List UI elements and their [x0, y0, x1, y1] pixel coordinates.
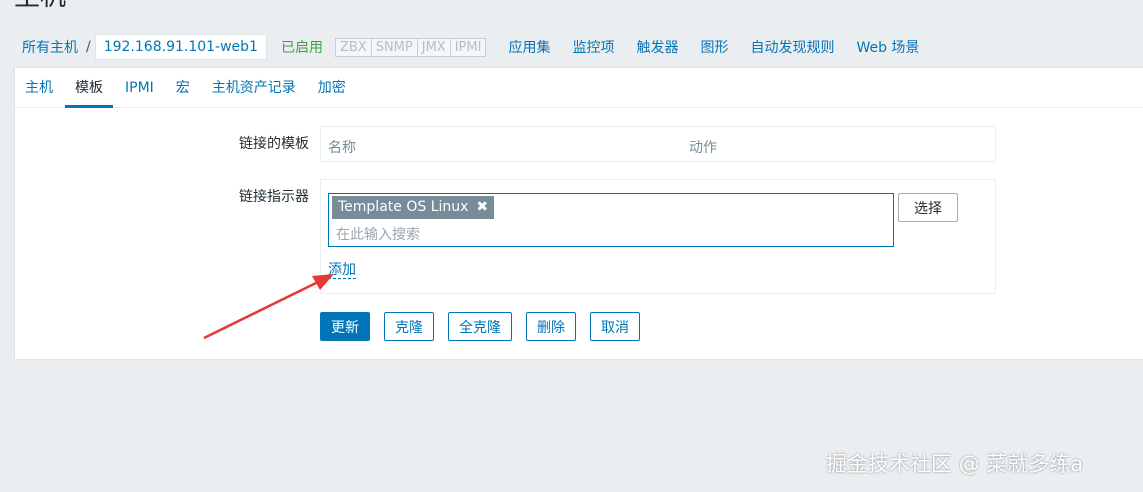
tab-macros[interactable]: 宏 [166, 68, 200, 107]
form-actions: 更新 克隆 全克隆 删除 取消 [320, 312, 654, 341]
availability-zbx: ZBX [335, 38, 372, 56]
selected-template-name: Template OS Linux [338, 199, 469, 215]
nav-applications[interactable]: 应用集 [508, 37, 550, 57]
link-new-templates-box: Template OS Linux ✖ 在此输入搜索 选择 添加 [320, 179, 996, 294]
full-clone-button[interactable]: 全克隆 [448, 312, 512, 341]
nav-web-scenarios[interactable]: Web 场景 [856, 37, 919, 57]
linked-templates-table: 名称 动作 [320, 126, 996, 162]
nav-graphs[interactable]: 图形 [700, 37, 728, 57]
delete-button[interactable]: 删除 [526, 312, 576, 341]
breadcrumb-all-hosts[interactable]: 所有主机 [14, 37, 86, 57]
tab-ipmi[interactable]: IPMI [115, 68, 164, 107]
add-link[interactable]: 添加 [328, 262, 356, 279]
template-multiselect[interactable]: Template OS Linux ✖ 在此输入搜索 [328, 193, 894, 247]
remove-chip-icon[interactable]: ✖ [476, 196, 488, 219]
tab-templates[interactable]: 模板 [65, 68, 113, 108]
select-button[interactable]: 选择 [898, 193, 958, 222]
cancel-button[interactable]: 取消 [590, 312, 640, 341]
tab-bar: 主机 模板 IPMI 宏 主机资产记录 加密 [15, 68, 1143, 108]
tab-encryption[interactable]: 加密 [308, 68, 356, 107]
nav-triggers[interactable]: 触发器 [636, 37, 678, 57]
breadcrumb-separator: / [86, 39, 91, 55]
clone-button[interactable]: 克隆 [384, 312, 434, 341]
watermark: 掘金技术社区 @ 菜就多练a [826, 452, 1084, 476]
host-form-panel: 主机 模板 IPMI 宏 主机资产记录 加密 链接的模板 名称 动作 链接指示器… [14, 67, 1143, 360]
breadcrumb: 所有主机 / 192.168.91.101-web1 已启用 ZBX SNMP … [14, 33, 919, 61]
selected-template-chip: Template OS Linux ✖ [332, 196, 495, 219]
tab-host[interactable]: 主机 [15, 68, 63, 107]
column-action-header: 动作 [689, 140, 717, 156]
breadcrumb-current-host[interactable]: 192.168.91.101-web1 [94, 34, 267, 60]
nav-discovery-rules[interactable]: 自动发现规则 [750, 37, 834, 57]
availability-snmp: SNMP [371, 38, 418, 56]
page-title: 主机 [14, 0, 66, 10]
tab-inventory[interactable]: 主机资产记录 [202, 68, 306, 107]
availability-badges: ZBX SNMP JMX IPMI [334, 37, 487, 57]
availability-jmx: JMX [417, 38, 451, 56]
update-button[interactable]: 更新 [320, 312, 370, 341]
column-name-header: 名称 [328, 140, 356, 156]
linked-templates-label: 链接的模板 [239, 136, 309, 152]
availability-ipmi: IPMI [450, 38, 486, 56]
template-search-input[interactable]: 在此输入搜索 [336, 224, 420, 244]
link-new-templates-label: 链接指示器 [239, 189, 309, 205]
status-enabled-link[interactable]: 已启用 [281, 37, 323, 57]
nav-items[interactable]: 监控项 [572, 37, 614, 57]
